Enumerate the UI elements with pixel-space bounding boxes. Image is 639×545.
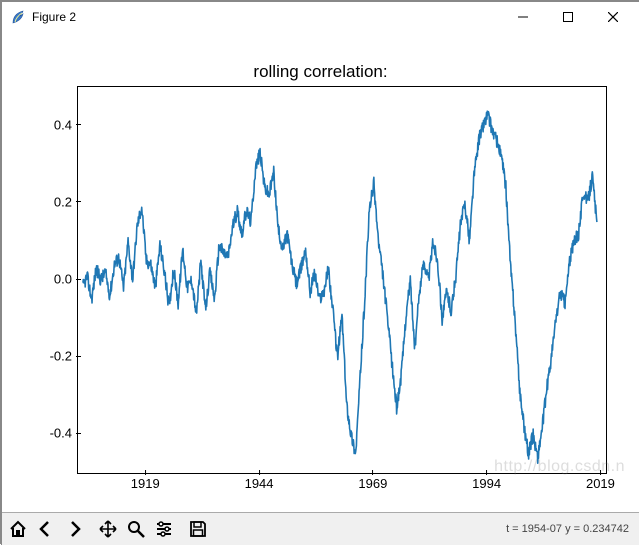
y-tick-label: 0.0 [32,272,72,287]
y-tick-label: 0.4 [32,117,72,132]
chart-title: rolling correlation: [2,62,639,82]
cursor-status: t = 1954-07 y = 0.234742 [506,523,637,535]
y-tick-label: -0.2 [32,349,72,364]
x-tick-label: 1994 [472,476,501,491]
app-icon [10,9,26,25]
x-tick-label: 1944 [245,476,274,491]
y-tick-label: -0.4 [32,426,72,441]
pan-button[interactable] [94,515,122,543]
y-tick-label: 0.2 [32,194,72,209]
configure-button[interactable] [150,515,178,543]
save-button[interactable] [184,515,212,543]
window-titlebar: Figure 2 [2,2,639,32]
x-tick-label: 1919 [131,476,160,491]
minimize-button[interactable] [500,2,545,32]
maximize-button[interactable] [545,2,590,32]
x-tick-label: 1969 [358,476,387,491]
close-button[interactable] [590,2,635,32]
x-tick-label: 2019 [586,476,615,491]
chart-axes[interactable] [77,86,607,474]
window-title: Figure 2 [32,10,76,24]
figure-canvas: rolling correlation: http://blog.csdn.n … [2,32,639,512]
back-button[interactable] [32,515,60,543]
nav-toolbar: t = 1954-07 y = 0.234742 [2,512,639,545]
zoom-button[interactable] [122,515,150,543]
home-button[interactable] [4,515,32,543]
forward-button[interactable] [60,515,88,543]
chart-line-series [83,111,597,463]
